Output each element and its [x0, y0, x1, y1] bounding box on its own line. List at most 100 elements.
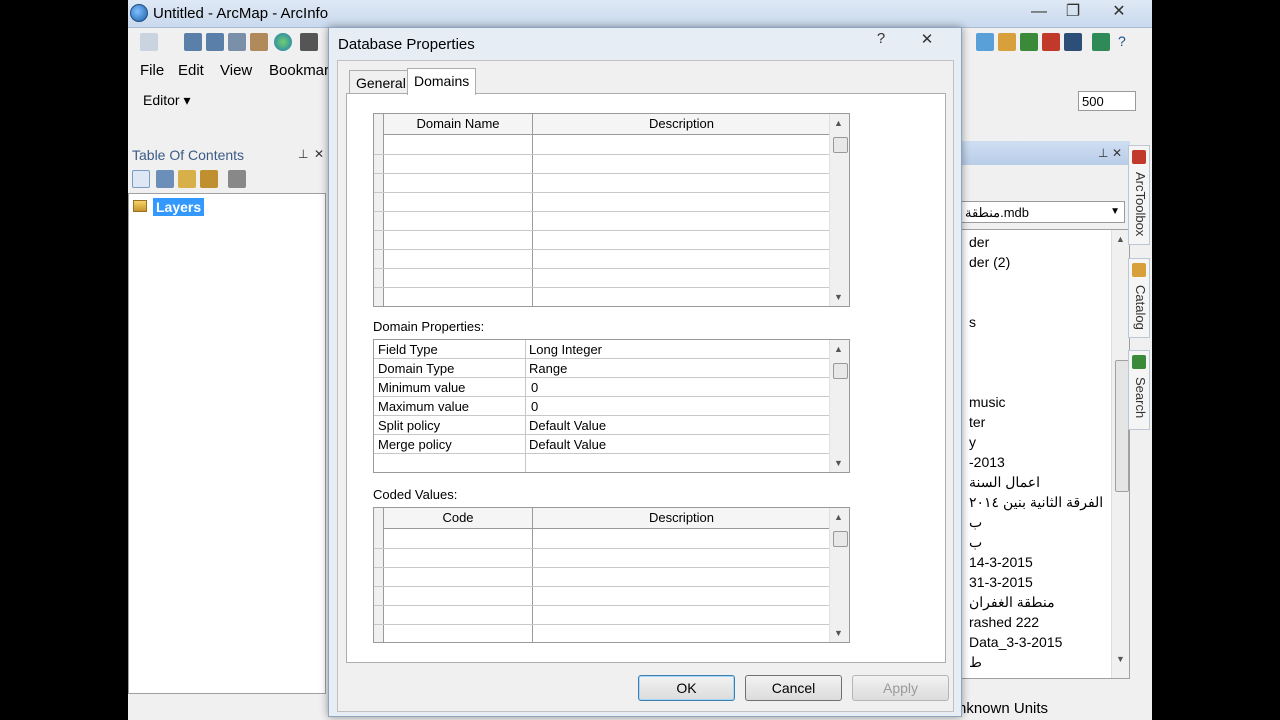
scroll-down-icon[interactable]: ▼	[834, 292, 843, 302]
coded-values-grid[interactable]: Code Description ▲ ▼	[373, 507, 850, 643]
catalog-item[interactable]: اعمال السنة	[969, 474, 1040, 491]
search-window-icon[interactable]	[1020, 33, 1038, 51]
catalog-item[interactable]: 14-3-2015	[969, 554, 1033, 570]
minimize-button[interactable]: —	[1024, 0, 1054, 24]
property-value[interactable]: Range	[529, 361, 567, 376]
scroll-up-icon[interactable]: ▲	[1116, 234, 1125, 244]
scroll-up-icon[interactable]: ▲	[834, 344, 843, 354]
catalog-window-icon[interactable]	[998, 33, 1016, 51]
scale-field[interactable]: 500	[1078, 91, 1136, 111]
property-value[interactable]: Default Value	[529, 418, 606, 433]
catalog-item[interactable]: der (2)	[969, 254, 1010, 270]
catalog-item[interactable]: ب	[969, 514, 982, 531]
editor-menu-button[interactable]: Editor ▾	[143, 92, 191, 109]
grid-row-line	[374, 192, 830, 193]
catalog-pin-icon[interactable]: ⊥	[1098, 146, 1108, 160]
property-value[interactable]: Long Integer	[529, 342, 602, 357]
arctoolbox-tab[interactable]: ArcToolbox	[1128, 145, 1150, 245]
property-value[interactable]: Default Value	[529, 437, 606, 452]
catalog-location-value: منطقة.mdb	[965, 205, 1030, 220]
fixed-zoom-in-icon[interactable]	[300, 33, 318, 51]
catalog-item[interactable]: ط	[969, 654, 982, 671]
dialog-help-button[interactable]: ?	[861, 30, 901, 50]
close-button[interactable]: ✕	[1103, 0, 1135, 24]
catalog-tree: der der (2) s music ter y -2013 اعمال ال…	[960, 229, 1130, 679]
domain-description-column-header[interactable]: Description	[533, 114, 830, 135]
catalog-item[interactable]: ter	[969, 414, 985, 430]
toc-pin-icon[interactable]: ⊥	[298, 147, 308, 161]
scroll-up-icon[interactable]: ▲	[834, 118, 843, 128]
coded-description-column-header[interactable]: Description	[533, 508, 830, 529]
domain-properties-scrollbar[interactable]: ▲ ▼	[829, 340, 849, 472]
list-by-visibility-icon[interactable]	[178, 170, 196, 188]
list-by-drawing-order-icon[interactable]	[132, 170, 150, 188]
search-tab[interactable]: Search	[1128, 350, 1150, 430]
scroll-down-icon[interactable]: ▼	[1116, 654, 1125, 664]
ok-button[interactable]: OK	[638, 675, 735, 701]
scroll-down-icon[interactable]: ▼	[834, 458, 843, 468]
zoom-in-icon[interactable]	[184, 33, 202, 51]
catalog-item[interactable]: -2013	[969, 454, 1005, 470]
cancel-button[interactable]: Cancel	[745, 675, 842, 701]
help-icon[interactable]: ?	[1118, 33, 1126, 49]
menu-bookmarks[interactable]: Bookmar	[269, 62, 329, 79]
zoom-out-icon[interactable]	[206, 33, 224, 51]
menu-file[interactable]: File	[140, 62, 164, 79]
menu-edit[interactable]: Edit	[178, 62, 204, 79]
modelbuilder-icon[interactable]	[1092, 33, 1110, 51]
catalog-item[interactable]: الفرقة الثانية بنين ٢٠١٤	[969, 494, 1103, 511]
catalog-item[interactable]: s	[969, 314, 976, 330]
dialog-close-button[interactable]: ✕	[907, 30, 947, 50]
select-features-icon[interactable]	[140, 33, 158, 51]
grid-row-line	[374, 586, 830, 587]
grid-row-line	[374, 211, 830, 212]
scroll-up-icon[interactable]: ▲	[834, 512, 843, 522]
list-by-selection-icon[interactable]	[200, 170, 218, 188]
catalog-item[interactable]: y	[969, 434, 976, 450]
catalog-item[interactable]: 31-3-2015	[969, 574, 1033, 590]
catalog-scrollbar[interactable]: ▲ ▼	[1111, 230, 1129, 678]
fixed-zoom-icon[interactable]	[228, 33, 246, 51]
status-units: nknown Units	[958, 700, 1049, 717]
catalog-close-icon[interactable]: ✕	[1112, 146, 1122, 160]
catalog-item[interactable]: der	[969, 234, 989, 250]
dialog-title: Database Properties	[338, 36, 475, 53]
code-column-header[interactable]: Code	[384, 508, 532, 529]
catalog-item[interactable]: ب	[969, 534, 982, 551]
layers-icon	[133, 200, 147, 212]
scroll-down-icon[interactable]: ▼	[834, 628, 843, 638]
arctoolbox-icon[interactable]	[1042, 33, 1060, 51]
scroll-thumb[interactable]	[833, 363, 848, 379]
table-window-icon[interactable]	[976, 33, 994, 51]
domains-grid[interactable]: Domain Name Description ▲ ▼	[373, 113, 850, 307]
toc-close-icon[interactable]: ✕	[314, 147, 324, 161]
menu-view[interactable]: View	[220, 62, 252, 79]
catalog-item[interactable]: music	[969, 394, 1006, 410]
domains-grid-scrollbar[interactable]: ▲ ▼	[829, 114, 849, 306]
python-window-icon[interactable]	[1064, 33, 1082, 51]
title-bar: Untitled - ArcMap - ArcInfo — ❐ ✕	[128, 0, 1152, 28]
apply-button[interactable]: Apply	[852, 675, 949, 701]
full-extent-globe-icon[interactable]	[274, 33, 292, 51]
catalog-item[interactable]: منطقة الغفران	[969, 594, 1055, 611]
scroll-thumb[interactable]	[833, 531, 848, 547]
domain-properties-grid[interactable]: Field Type Long Integer Domain Type Rang…	[373, 339, 850, 473]
catalog-item[interactable]: rashed 222	[969, 614, 1039, 630]
domain-name-column-header[interactable]: Domain Name	[384, 114, 532, 135]
layers-node[interactable]: Layers	[153, 198, 205, 216]
maximize-button[interactable]: ❐	[1058, 0, 1088, 24]
tab-domains[interactable]: Domains	[407, 68, 477, 95]
list-by-source-icon[interactable]	[156, 170, 174, 188]
grid-row-line	[374, 287, 830, 288]
catalog-item[interactable]: Data_3-3-2015	[969, 634, 1062, 650]
catalog-location-dropdown[interactable]: منطقة.mdb ▼	[960, 201, 1125, 223]
property-value[interactable]: 0	[531, 380, 538, 395]
tab-general[interactable]: General	[349, 70, 413, 94]
toc-options-icon[interactable]	[228, 170, 246, 188]
catalog-tab[interactable]: Catalog	[1128, 258, 1150, 338]
property-value[interactable]: 0	[531, 399, 538, 414]
scroll-thumb[interactable]	[833, 137, 848, 153]
catalog-scroll-thumb[interactable]	[1115, 360, 1129, 492]
pan-hand-icon[interactable]	[250, 33, 268, 51]
coded-values-scrollbar[interactable]: ▲ ▼	[829, 508, 849, 642]
